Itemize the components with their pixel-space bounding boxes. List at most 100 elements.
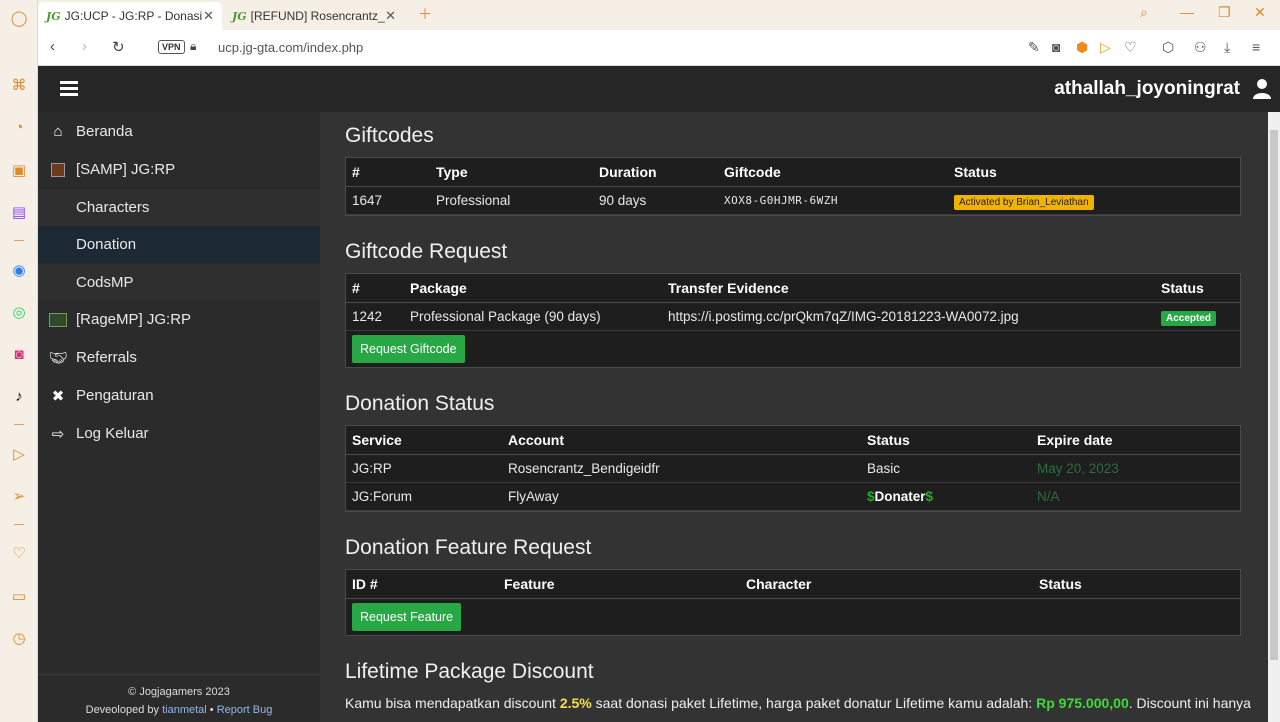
column-header: Package [404, 274, 662, 303]
sidebar-item-logout[interactable]: ⇨ Log Keluar [38, 415, 320, 452]
forward-icon[interactable]: › [82, 38, 87, 55]
feature-request-table: ID # Feature Character Status Request Fe… [345, 569, 1241, 636]
briefcase-icon[interactable]: ▣ [9, 160, 29, 180]
column-header: Status [861, 426, 1031, 455]
expire-date: May 20, 2023 [1031, 454, 1240, 483]
user-icon[interactable] [1252, 78, 1272, 100]
sidebar-item-label: Pengaturan [76, 387, 154, 404]
profile-icon[interactable]: ⚇ [1194, 39, 1207, 56]
copyright-text: © Jogjagamers 2023 [128, 686, 230, 698]
column-header: Transfer Evidence [662, 274, 1155, 303]
lifetime-text: Kamu bisa mendapatkan discount [345, 695, 560, 711]
reload-icon[interactable]: ↻ [112, 38, 125, 56]
search-icon[interactable]: ⌕ [1140, 4, 1148, 21]
column-header: Account [502, 426, 861, 455]
giftcode-value: XOX8-G0HJMR-6WZH [718, 186, 948, 215]
adblock-icon[interactable]: ⬢ [1076, 39, 1088, 56]
table-row: JG:Forum FlyAway $Donater$ N/A [346, 482, 1240, 511]
new-tab-icon[interactable]: ＋ [418, 4, 432, 24]
twitch-icon[interactable]: ▤ [9, 202, 29, 222]
vpn-badge[interactable]: VPN [158, 40, 185, 54]
sidebar-item-donation[interactable]: Donation [38, 226, 320, 263]
window-close-icon[interactable]: ✕ [1254, 4, 1266, 21]
sidebar-item-referrals[interactable]: 🤝︎ Referrals [38, 339, 320, 376]
request-evidence-link[interactable]: https://i.postimg.cc/prQkm7qZ/IMG-201812… [662, 302, 1155, 331]
tiktok-icon[interactable]: ♪ [9, 386, 29, 406]
send-icon[interactable]: ➢ [9, 486, 29, 506]
credits-line: Deveoloped by tianmetal • Report Bug [38, 701, 320, 719]
download-icon[interactable]: ⤓ [1224, 39, 1230, 56]
player-icon[interactable]: ▷ [9, 444, 29, 464]
service-name: JG:RP [346, 454, 502, 483]
service-name: JG:Forum [346, 482, 502, 511]
report-bug-link[interactable]: Report Bug [217, 704, 273, 716]
sidebar-item-ragemp[interactable]: [RageMP] JG:RP [38, 301, 320, 338]
back-icon[interactable]: ‹ [50, 38, 55, 55]
giftcode-status-cell: Activated by Brian_Leviathan [948, 186, 1240, 215]
instagram-icon[interactable]: ◙ [9, 344, 29, 364]
history-icon[interactable]: ◷ [9, 628, 29, 648]
donation-level: $Donater$ [861, 482, 1031, 511]
browser-sidebar: ◯ ⌘ ◔ ▣ ▤ ◉ ◎ ◙ ♪ ▷ ➢ ♡ ▭ ◷ [0, 0, 38, 722]
giftcode-type: Professional [430, 186, 593, 215]
minimize-icon[interactable]: — [1180, 4, 1194, 20]
column-header: Service [346, 426, 502, 455]
sidebar-item-pengaturan[interactable]: ✖ Pengaturan [38, 377, 320, 414]
sidebar: ⌂ Beranda [SAMP] JG:RP Characters Donati… [38, 112, 320, 722]
giftcodes-table: # Type Duration Giftcode Status 1647 Pro… [345, 157, 1241, 216]
sidebar-item-characters[interactable]: Characters [38, 189, 320, 226]
tab-refund[interactable]: JG [REFUND] Rosencrantz_Beni ✕ [224, 2, 404, 30]
speed-dial-icon[interactable]: ◔ [9, 117, 29, 137]
close-icon[interactable]: ✕ [203, 8, 214, 24]
lifetime-price: Rp 975.000,00 [1036, 695, 1129, 711]
maximize-icon[interactable]: ❐ [1218, 4, 1231, 21]
donation-status-table: Service Account Status Expire date JG:RP… [345, 425, 1241, 512]
sidebar-item-samp[interactable]: [SAMP] JG:RP [38, 151, 320, 188]
home-icon: ⌂ [53, 123, 63, 140]
tab-title: [REFUND] Rosencrantz_Beni [250, 9, 385, 23]
menu-icon[interactable]: ≡ [1252, 39, 1260, 55]
messenger-icon[interactable]: ◉ [9, 260, 29, 280]
request-giftcode-button[interactable]: Request Giftcode [352, 334, 465, 363]
scrollbar[interactable] [1268, 112, 1280, 722]
table-header-row: # Package Transfer Evidence Status [346, 274, 1240, 303]
sidebar-item-codsmp[interactable]: CodsMP [38, 264, 320, 301]
sidebar-item-label: [RageMP] JG:RP [76, 311, 192, 328]
camera-icon[interactable]: ◙ [1052, 39, 1060, 55]
scrollbar-thumb[interactable] [1270, 130, 1278, 660]
bookmark-heart-icon[interactable]: ♡ [1124, 39, 1137, 56]
hamburger-menu-icon[interactable] [60, 81, 78, 96]
giftcode-id: 1647 [346, 186, 430, 215]
table-header-row: # Type Duration Giftcode Status [346, 158, 1240, 187]
developer-link[interactable]: tianmetal [162, 704, 207, 716]
sidebar-footer: © Jogjagamers 2023 Deveoloped by tianmet… [38, 674, 320, 722]
lock-icon[interactable]: 🔒︎ [190, 39, 196, 54]
whatsapp-icon[interactable]: ◎ [9, 302, 29, 322]
snapshot-icon[interactable]: ▭ [9, 586, 29, 606]
edit-icon[interactable]: ✎ [1028, 39, 1040, 56]
request-feature-button[interactable]: Request Feature [352, 602, 462, 631]
table-row: 1647 Professional 90 days XOX8-G0HJMR-6W… [346, 186, 1240, 215]
heart-icon[interactable]: ♡ [9, 543, 29, 563]
column-header: Expire date [1031, 426, 1240, 455]
gamepad-icon[interactable]: ⌘ [9, 75, 29, 95]
column-header: # [346, 274, 404, 303]
opera-logo-icon[interactable]: ◯ [9, 8, 29, 28]
app-header: athallah_joyoningrat [38, 66, 1280, 112]
address-bar: ‹ › ↻ VPN 🔒︎ ucp.jg-gta.com/index.php ✎ … [38, 30, 1280, 66]
tab-bar: JG JG:UCP - JG:RP - Donasi ✕ JG [REFUND]… [38, 0, 1280, 30]
tab-donasi[interactable]: JG JG:UCP - JG:RP - Donasi ✕ [38, 2, 222, 30]
column-header: ID # [346, 570, 498, 599]
table-row: JG:RP Rosencrantz_Bendigeidfr Basic May … [346, 454, 1240, 483]
url-field[interactable]: ucp.jg-gta.com/index.php [218, 40, 363, 55]
username[interactable]: athallah_joyoningrat [1054, 78, 1240, 100]
logout-icon: ⇨ [51, 425, 65, 443]
flow-icon[interactable]: ▷ [1100, 39, 1111, 56]
sidebar-item-beranda[interactable]: ⌂ Beranda [38, 113, 320, 150]
extensions-icon[interactable]: ⬡ [1162, 39, 1174, 56]
lifetime-title: Lifetime Package Discount [345, 660, 594, 683]
close-icon[interactable]: ✕ [385, 8, 396, 24]
sidebar-item-label: Donation [76, 236, 137, 253]
column-header: # [346, 158, 430, 187]
donater-prefix: $ [867, 488, 875, 504]
